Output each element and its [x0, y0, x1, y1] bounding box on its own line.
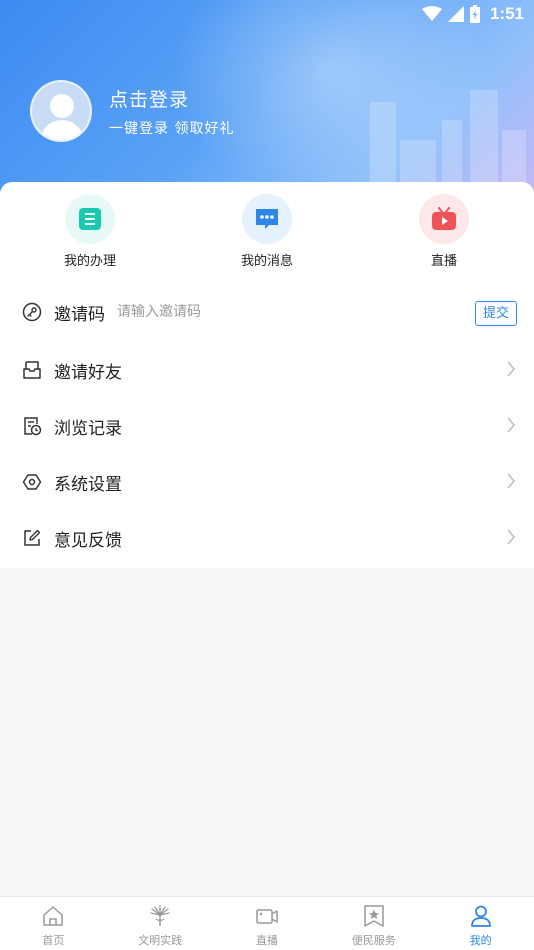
user-icon	[470, 905, 491, 927]
battery-icon	[469, 5, 480, 23]
quick-label: 我的消息	[240, 254, 293, 269]
menu-item-invite-friends[interactable]: 邀请好友	[0, 342, 534, 398]
quick-icon-bg	[65, 194, 115, 244]
invite-code-label: 邀请码	[54, 304, 105, 325]
chevron-right-icon	[507, 361, 515, 377]
menu-item-feedback[interactable]: 意见反馈	[0, 510, 534, 566]
tv-play-icon	[432, 207, 456, 230]
star-bookmark-icon	[364, 905, 384, 927]
tab-mine[interactable]: 我的	[427, 897, 534, 950]
quick-item-my-handling[interactable]: 我的办理	[48, 194, 132, 269]
document-icon	[79, 208, 101, 230]
quick-label: 我的办理	[63, 254, 116, 269]
inbox-icon	[23, 361, 41, 379]
quick-icon-bg	[242, 194, 292, 244]
avatar-body	[40, 120, 84, 140]
tab-civilization-practice[interactable]: 文明实践	[107, 897, 214, 950]
invite-code-input[interactable]	[117, 304, 417, 320]
tab-home[interactable]: 首页	[0, 897, 107, 950]
quick-icon-bg	[419, 194, 469, 244]
key-icon	[22, 302, 42, 322]
history-icon	[24, 417, 42, 436]
menu-item-system-settings[interactable]: 系统设置	[0, 454, 534, 510]
tab-label: 我的	[469, 934, 492, 947]
status-time: 1:51	[489, 4, 524, 23]
torch-icon	[150, 905, 170, 926]
edit-icon	[24, 529, 41, 546]
message-icon	[256, 209, 278, 229]
status-bar: 1:51	[0, 0, 534, 28]
signal-icon	[447, 6, 464, 22]
avatar[interactable]	[30, 80, 92, 142]
chevron-right-icon	[507, 529, 515, 545]
menu-item-browse-history[interactable]: 浏览记录	[0, 398, 534, 454]
video-camera-icon	[256, 909, 278, 924]
menu-item-label: 邀请好友	[54, 362, 122, 383]
menu-item-label: 浏览记录	[54, 418, 122, 439]
settings-hexagon-icon	[22, 474, 42, 490]
quick-actions: 我的办理 我的消息 直播	[0, 182, 534, 269]
invite-submit-button[interactable]: 提交	[474, 301, 517, 326]
quick-label: 直播	[430, 254, 457, 269]
chevron-right-icon	[507, 473, 515, 489]
menu-item-label: 系统设置	[54, 474, 122, 495]
tab-label: 直播	[255, 934, 278, 947]
tab-live[interactable]: 直播	[214, 897, 321, 950]
wifi-icon	[421, 6, 442, 21]
tab-convenience-services[interactable]: 便民服务	[320, 897, 427, 950]
tab-label: 首页	[42, 934, 65, 947]
bottom-tab-bar: 首页 文明实践 直播 便民服务 我的	[0, 896, 534, 950]
menu-item-label: 意见反馈	[54, 530, 122, 551]
login-subtitle: 一键登录 领取好礼	[109, 120, 235, 137]
quick-item-live[interactable]: 直播	[402, 194, 486, 269]
tab-label: 便民服务	[351, 934, 396, 947]
invite-code-row: 邀请码 提交	[0, 284, 534, 340]
profile-header: 1:51 点击登录 一键登录 领取好礼	[0, 0, 534, 210]
chevron-right-icon	[507, 417, 515, 433]
login-texts: 点击登录 一键登录 领取好礼	[109, 85, 234, 138]
tab-label: 文明实践	[138, 934, 183, 947]
login-area[interactable]: 点击登录 一键登录 领取好礼	[30, 80, 234, 142]
quick-item-my-messages[interactable]: 我的消息	[225, 194, 309, 269]
home-icon	[43, 906, 64, 926]
main-card: 我的办理 我的消息 直播 邀请码 请输入邀请码 提交 邀请好友 浏览记录 系统设…	[0, 182, 534, 568]
avatar-head	[50, 94, 74, 118]
login-title[interactable]: 点击登录	[109, 85, 234, 112]
